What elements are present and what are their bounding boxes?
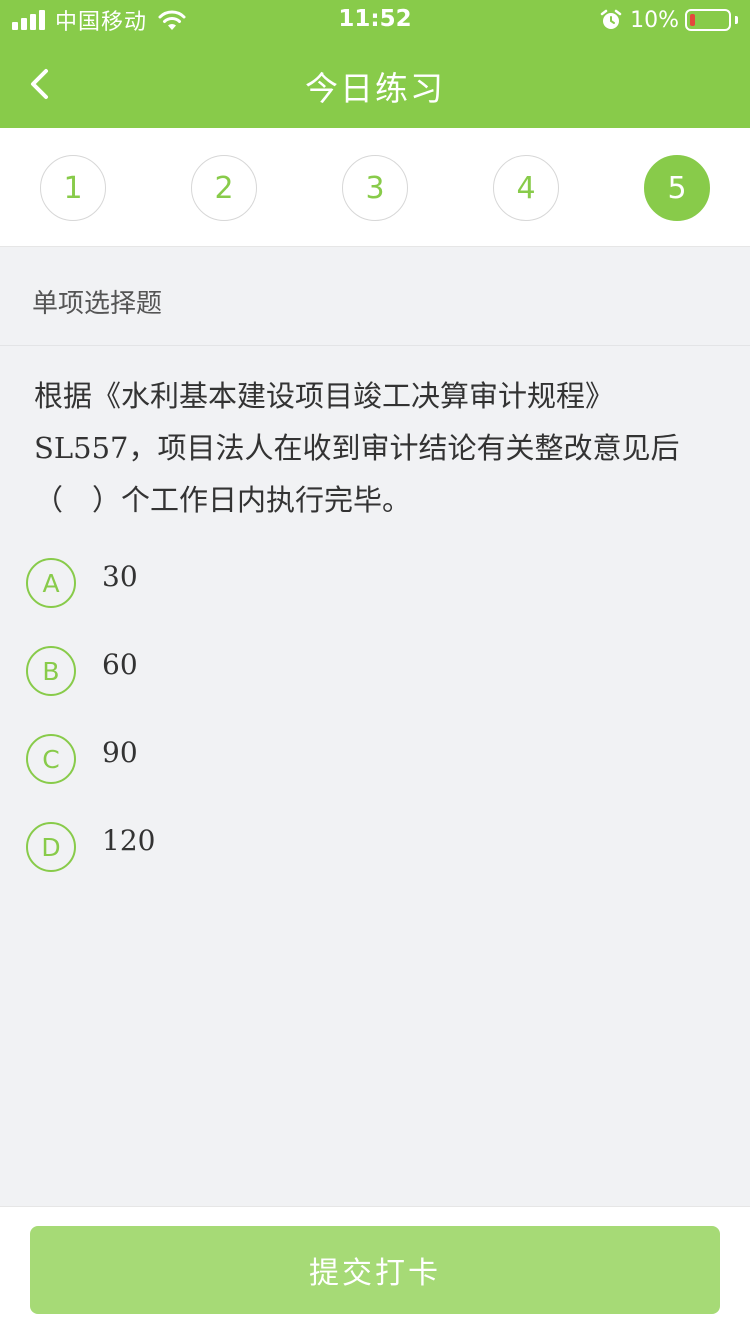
option-text-c[interactable]: 90 bbox=[102, 736, 138, 769]
nav-bar: 今日练习 bbox=[0, 40, 750, 128]
question-text: 根据《水利基本建设项目竣工决算审计规程》SL557，项目法人在收到审计结论有关整… bbox=[34, 379, 680, 517]
option-a[interactable]: A 30 bbox=[0, 556, 750, 644]
battery-cap bbox=[735, 16, 738, 24]
option-letter-a[interactable]: A bbox=[26, 558, 76, 608]
option-b[interactable]: B 60 bbox=[0, 644, 750, 732]
app-screen: 中国移动 11:52 10% 今日练习 1 2 3 4 5 单项选择题 根据《水… bbox=[0, 0, 750, 1334]
question-number-strip: 1 2 3 4 5 bbox=[0, 128, 750, 247]
question-type-bar: 单项选择题 bbox=[0, 248, 750, 346]
option-letter-b[interactable]: B bbox=[26, 646, 76, 696]
option-text-b[interactable]: 60 bbox=[102, 648, 138, 681]
options-list: A 30 B 60 C 90 D 120 bbox=[0, 556, 750, 908]
option-c[interactable]: C 90 bbox=[0, 732, 750, 820]
option-text-d[interactable]: 120 bbox=[102, 824, 155, 857]
option-text-a[interactable]: 30 bbox=[102, 560, 138, 593]
question-number-1[interactable]: 1 bbox=[40, 155, 106, 221]
page-title: 今日练习 bbox=[305, 69, 445, 108]
battery-icon bbox=[685, 9, 731, 31]
submit-checkin-button[interactable]: 提交打卡 bbox=[30, 1226, 720, 1314]
battery-level bbox=[690, 14, 695, 26]
question-number-5[interactable]: 5 bbox=[644, 155, 710, 221]
question-number-4[interactable]: 4 bbox=[493, 155, 559, 221]
status-bar: 中国移动 11:52 10% bbox=[0, 0, 750, 40]
option-letter-c[interactable]: C bbox=[26, 734, 76, 784]
question-number-2[interactable]: 2 bbox=[191, 155, 257, 221]
option-d[interactable]: D 120 bbox=[0, 820, 750, 908]
header: 中国移动 11:52 10% 今日练习 bbox=[0, 0, 750, 128]
question-type-label: 单项选择题 bbox=[32, 289, 163, 319]
footer: 提交打卡 bbox=[0, 1206, 750, 1334]
status-right: 10% bbox=[600, 6, 738, 34]
option-letter-d[interactable]: D bbox=[26, 822, 76, 872]
battery-percent: 10% bbox=[630, 7, 679, 33]
question-number-3[interactable]: 3 bbox=[342, 155, 408, 221]
alarm-icon bbox=[600, 9, 622, 29]
